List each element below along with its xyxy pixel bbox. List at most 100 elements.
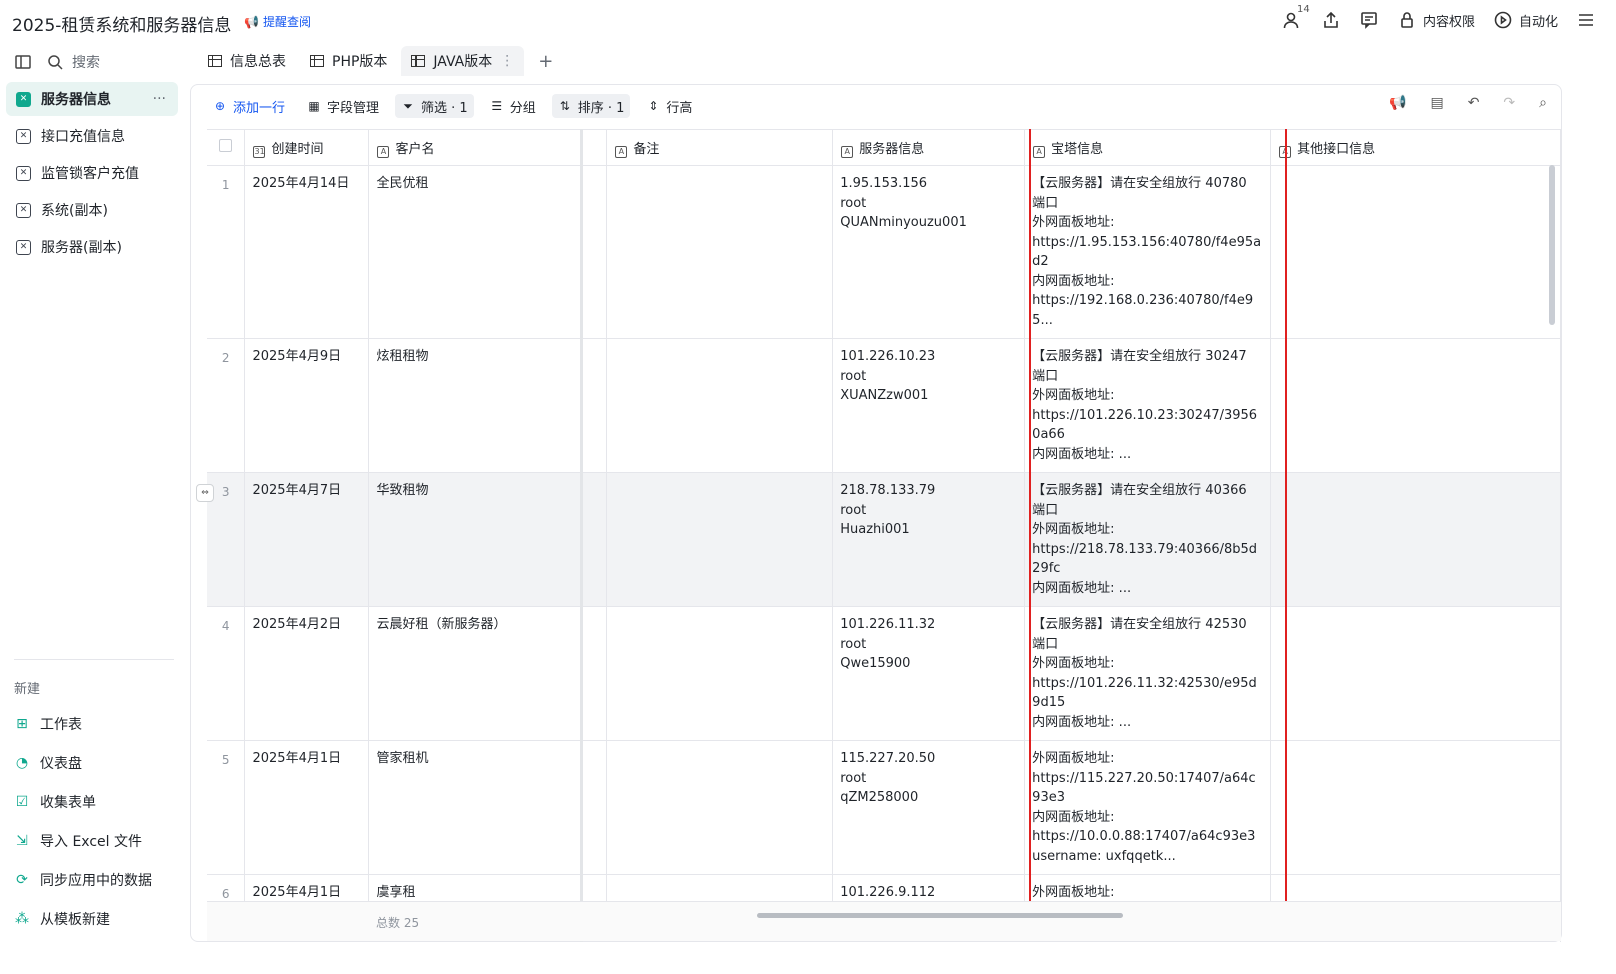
cell-note[interactable] <box>606 165 834 339</box>
table-row[interactable]: 4 2025年4月2日 云晨好租（新服务器） 101.226.11.32 root Qwe… <box>207 606 1561 741</box>
cell-created[interactable]: 2025年4月1日 <box>244 740 370 875</box>
filter-button[interactable]: ⏷ 筛选 · 1 <box>395 94 474 118</box>
cell-other-api[interactable] <box>1270 740 1561 875</box>
remind-button[interactable]: 📢 提醒查阅 <box>244 13 311 30</box>
table-row[interactable]: 5 2025年4月1日 管家租机 115.227.20.50 root qZM258000… <box>207 740 1561 875</box>
add-view-icon[interactable]: + <box>538 51 553 72</box>
cell-gap[interactable] <box>580 472 608 607</box>
import-excel-button[interactable]: ⇲ 导入 Excel 文件 <box>14 821 152 860</box>
cell-created[interactable]: 2025年4月7日 <box>244 472 370 607</box>
cell-customer[interactable]: 管家租机 <box>368 740 582 875</box>
cell-gap[interactable] <box>580 606 608 741</box>
new-form-button[interactable]: ☑ 收集表单 <box>14 782 152 821</box>
table-row[interactable]: 1 2025年4月14日 全民优租 1.95.153.156 root QUANminyo… <box>207 165 1561 339</box>
tab-more-icon[interactable]: ⋮ <box>500 53 514 69</box>
cell-baota[interactable]: 【云服务器】请在安全组放行 30247 端口 外网面板地址: https://10… <box>1024 338 1272 473</box>
cell-baota[interactable]: 【云服务器】请在安全组放行 42530 端口 外网面板地址: https://10… <box>1024 606 1272 741</box>
group-button[interactable]: ☰ 分组 <box>484 94 542 118</box>
cell-created[interactable]: 2025年4月9日 <box>244 338 370 473</box>
cell-note[interactable] <box>606 740 834 875</box>
row-index[interactable]: 5 <box>207 740 246 875</box>
table-row[interactable]: 3 2025年4月7日 华致租物 218.78.133.79 root Huazhi001… <box>207 472 1561 607</box>
cell-baota[interactable]: 外网面板地址: https://115.227.20.50:17407/a64c9… <box>1024 740 1272 875</box>
cell-baota[interactable]: 【云服务器】请在安全组放行 40780 端口 外网面板地址: https://1.… <box>1024 165 1272 339</box>
cell-customer[interactable]: 全民优租 <box>368 165 582 339</box>
sidebar-item-server-copy[interactable]: ✕ 服务器(副本) <box>6 230 178 264</box>
new-sheet-button[interactable]: ⊞ 工作表 <box>14 704 152 743</box>
cell-baota[interactable]: 【云服务器】请在安全组放行 40366 端口 外网面板地址: https://21… <box>1024 472 1272 607</box>
record-icon[interactable]: ▤ <box>1430 95 1443 111</box>
automation-button[interactable]: 自动化 <box>1493 10 1558 30</box>
field-manage-button[interactable]: ▦ 字段管理 <box>301 94 385 118</box>
tab-java[interactable]: JAVA版本 ⋮ <box>401 46 525 76</box>
group-label: 分组 <box>509 100 536 116</box>
sort-button[interactable]: ⇅ 排序 · 1 <box>551 94 631 118</box>
sidebar-item-api-recharge[interactable]: ✕ 接口充值信息 <box>6 119 178 153</box>
grid-icon: ▦ <box>308 99 320 113</box>
cell-note[interactable] <box>606 606 834 741</box>
announce-icon[interactable]: 📢 <box>1389 95 1406 111</box>
search-icon[interactable]: ⌕ <box>1539 95 1547 111</box>
frozen-column-divider[interactable] <box>580 129 583 942</box>
cell-customer[interactable]: 云晨好租（新服务器） <box>368 606 582 741</box>
row-expand-icon[interactable]: ⇔ <box>196 484 214 502</box>
collaborators-button[interactable]: 14 <box>1283 4 1310 30</box>
sidebar-item-server-info[interactable]: ✕ 服务器信息 ··· <box>6 82 178 116</box>
vertical-scrollbar[interactable] <box>1549 165 1555 325</box>
cell-gap[interactable] <box>580 740 608 875</box>
column-header-server[interactable]: A 服务器信息 <box>832 129 1026 166</box>
column-header-customer[interactable]: A 客户名 <box>368 129 582 166</box>
cell-server[interactable]: 1.95.153.156 root QUANminyouzu001 <box>832 165 1026 339</box>
share-button[interactable] <box>1321 10 1341 30</box>
cell-created[interactable]: 2025年4月14日 <box>244 165 370 339</box>
row-index[interactable]: 2 <box>207 338 246 473</box>
add-row-button[interactable]: ⊕ 添加一行 <box>207 94 291 118</box>
select-all-cell[interactable] <box>207 129 246 166</box>
sync-data-button[interactable]: ⟳ 同步应用中的数据 <box>14 860 152 899</box>
cell-note[interactable] <box>606 472 834 607</box>
tab-php[interactable]: PHP版本 <box>300 46 397 76</box>
comment-button[interactable] <box>1359 10 1379 30</box>
tab-summary[interactable]: 信息总表 <box>198 46 296 76</box>
permission-label: 内容权限 <box>1422 14 1475 30</box>
sidebar-item-system-copy[interactable]: ✕ 系统(副本) <box>6 193 178 227</box>
cell-note[interactable] <box>606 338 834 473</box>
cell-gap[interactable] <box>580 165 608 339</box>
cell-server[interactable]: 101.226.10.23 root XUANZzw001 <box>832 338 1026 473</box>
column-header-other-api[interactable]: A 其他接口信息 <box>1270 129 1561 166</box>
new-from-template-button[interactable]: ⁂ 从模板新建 <box>14 899 152 938</box>
sidebar-item-lock-recharge[interactable]: ✕ 监管锁客户充值 <box>6 156 178 190</box>
column-header-note[interactable]: A 备注 <box>606 129 834 166</box>
server-line: qZM258000 <box>840 790 919 805</box>
cell-gap[interactable] <box>580 338 608 473</box>
cell-other-api[interactable] <box>1270 606 1561 741</box>
table-row[interactable]: 2 2025年4月9日 炫租租物 101.226.10.23 root XUANZzw00… <box>207 338 1561 473</box>
horizontal-scrollbar[interactable] <box>757 913 1123 918</box>
cell-server[interactable]: 101.226.11.32 root Qwe15900 <box>832 606 1026 741</box>
cell-server[interactable]: 218.78.133.79 root Huazhi001 <box>832 472 1026 607</box>
sidebar-toggle-icon[interactable] <box>14 53 32 71</box>
column-header-created[interactable]: 31 创建时间 <box>244 129 370 166</box>
cell-created[interactable]: 2025年4月2日 <box>244 606 370 741</box>
sidebar-search[interactable]: 搜索 <box>14 52 100 72</box>
cell-server[interactable]: 115.227.20.50 root qZM258000 <box>832 740 1026 875</box>
redo-icon[interactable]: ↷ <box>1503 95 1515 111</box>
permission-button[interactable]: 内容权限 <box>1397 10 1475 30</box>
cell-other-api[interactable] <box>1270 165 1561 339</box>
row-index[interactable]: 1 <box>207 165 246 339</box>
column-header-baota[interactable]: A 宝塔信息 <box>1024 129 1272 166</box>
cell-other-api[interactable] <box>1270 338 1561 473</box>
server-line: 1.95.153.156 <box>840 176 928 191</box>
cell-other-api[interactable] <box>1270 472 1561 607</box>
cell-customer[interactable]: 华致租物 <box>368 472 582 607</box>
more-icon[interactable]: ··· <box>153 91 166 107</box>
row-height-button[interactable]: ⇕ 行高 <box>640 94 698 118</box>
menu-button[interactable] <box>1576 10 1596 30</box>
row-index[interactable]: 4 <box>207 606 246 741</box>
select-all-checkbox[interactable] <box>219 139 233 152</box>
share-icon <box>1324 11 1338 28</box>
undo-icon[interactable]: ↶ <box>1468 95 1480 111</box>
sort-icon: ⇅ <box>559 99 570 113</box>
cell-customer[interactable]: 炫租租物 <box>368 338 582 473</box>
new-dashboard-button[interactable]: ◔ 仪表盘 <box>14 743 152 782</box>
